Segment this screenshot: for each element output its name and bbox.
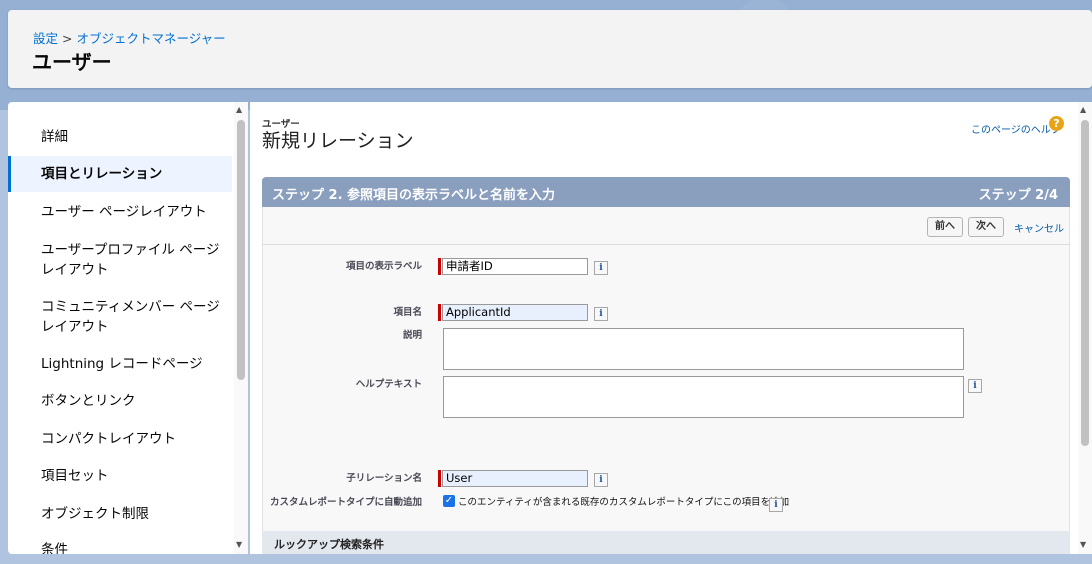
description-label: 説明 — [402, 330, 422, 341]
info-icon[interactable]: i — [968, 379, 982, 393]
breadcrumb-object-manager-link[interactable]: オブジェクトマネージャー — [77, 31, 226, 46]
sidebar-item-details[interactable]: 詳細 — [8, 127, 232, 147]
breadcrumb-setup-link[interactable]: 設定 — [33, 31, 58, 46]
sidebar-item-conditions[interactable]: 条件 — [8, 540, 232, 554]
info-icon[interactable]: i — [594, 261, 608, 275]
required-indicator — [438, 304, 441, 321]
scroll-up-icon[interactable]: ▲ — [1080, 105, 1086, 114]
cancel-link[interactable]: キャンセル — [1014, 220, 1064, 235]
auto-add-checkbox[interactable]: ✓ — [443, 495, 455, 507]
scroll-down-icon[interactable]: ▼ — [1080, 540, 1086, 549]
main-panel: ユーザー 新規リレーション このページのヘルプ ? ステップ 2. 参照項目の表… — [250, 102, 1092, 554]
child-relationship-input[interactable]: User — [442, 470, 588, 487]
sidebar-item-buttons-links[interactable]: ボタンとリンク — [8, 391, 232, 411]
page-title: ユーザー — [32, 50, 112, 74]
sidebar-item-user-profile-page-layout[interactable]: ユーザープロファイル ページレイアウト — [8, 240, 232, 280]
field-name-input[interactable]: ApplicantId — [442, 304, 588, 321]
sidebar-scroll-thumb[interactable] — [237, 120, 245, 380]
help-text-label: ヘルプテキスト — [355, 379, 422, 390]
auto-add-checkbox-label: このエンティティが含まれる既存のカスタムレポートタイプにこの項目を追加 — [458, 497, 790, 508]
breadcrumb: 設定 > オブジェクトマネージャー — [33, 28, 226, 47]
step-counter: ステップ 2/4 — [978, 188, 1058, 203]
sidebar-item-compact-layouts[interactable]: コンパクトレイアウト — [8, 429, 232, 449]
main-scrollbar[interactable]: ▲ ▼ — [1078, 102, 1092, 554]
field-label-label: 項目の表示ラベル — [345, 261, 422, 272]
sidebar-item-fields-relationships[interactable]: 項目とリレーション — [8, 156, 232, 192]
form-area — [262, 207, 1070, 533]
info-icon[interactable]: i — [769, 498, 783, 512]
previous-button[interactable]: 前へ — [927, 217, 963, 237]
divider — [262, 244, 1070, 245]
help-link[interactable]: このページのヘルプ — [971, 121, 1061, 136]
sidebar: 詳細 項目とリレーション ユーザー ページレイアウト ユーザープロファイル ペー… — [8, 102, 248, 554]
step-title: ステップ 2. 参照項目の表示ラベルと名前を入力 — [272, 188, 556, 203]
sidebar-item-object-limits[interactable]: オブジェクト制限 — [8, 504, 232, 524]
sidebar-item-lightning-record-pages[interactable]: Lightning レコードページ — [8, 354, 232, 374]
lookup-filter-section[interactable]: ルックアップ検索条件 — [262, 531, 1070, 554]
auto-add-label: カスタムレポートタイプに自動追加 — [269, 497, 422, 508]
next-button[interactable]: 次へ — [968, 217, 1004, 237]
field-label-input[interactable]: 申請者ID — [442, 258, 588, 275]
scroll-down-icon[interactable]: ▼ — [236, 540, 242, 549]
scroll-up-icon[interactable]: ▲ — [236, 105, 242, 114]
lookup-filter-section-title: ルックアップ検索条件 — [274, 538, 384, 551]
field-name-label: 項目名 — [393, 307, 422, 318]
main-scroll-thumb[interactable] — [1081, 120, 1089, 446]
description-textarea[interactable] — [443, 328, 964, 370]
sidebar-scrollbar[interactable]: ▲ ▼ — [234, 102, 248, 554]
help-icon[interactable]: ? — [1049, 116, 1064, 131]
sidebar-item-community-member-page-layout[interactable]: コミュニティメンバー ページレイアウト — [8, 297, 232, 337]
breadcrumb-separator: > — [62, 31, 73, 46]
info-icon[interactable]: i — [594, 307, 608, 321]
info-icon[interactable]: i — [594, 473, 608, 487]
required-indicator — [438, 470, 441, 487]
step-header: ステップ 2. 参照項目の表示ラベルと名前を入力 ステップ 2/4 — [262, 177, 1070, 207]
object-header: 設定 > オブジェクトマネージャー ユーザー — [8, 10, 1092, 88]
help-text-textarea[interactable] — [443, 376, 964, 418]
required-indicator — [438, 258, 441, 275]
child-relationship-label: 子リレーション名 — [346, 473, 422, 484]
sidebar-item-user-page-layout[interactable]: ユーザー ページレイアウト — [8, 202, 232, 222]
sidebar-item-field-sets[interactable]: 項目セット — [8, 466, 232, 486]
wizard-title: 新規リレーション — [262, 130, 414, 152]
